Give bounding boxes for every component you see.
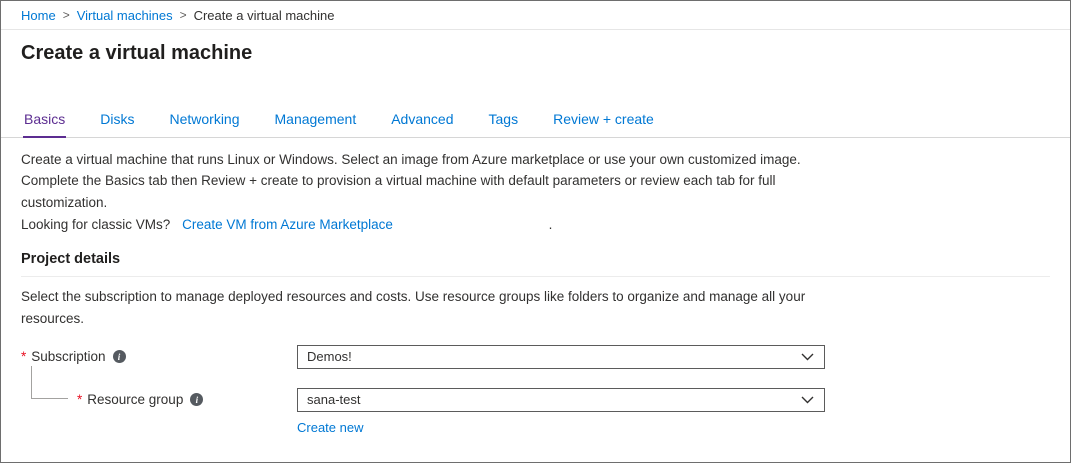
tab-disks[interactable]: Disks (99, 105, 135, 138)
required-marker: * (77, 392, 82, 407)
breadcrumb: Home > Virtual machines > Create a virtu… (1, 1, 1070, 30)
tab-basics[interactable]: Basics (23, 105, 66, 138)
tab-networking[interactable]: Networking (168, 105, 240, 138)
tab-management[interactable]: Management (274, 105, 358, 138)
subscription-label: Subscription (31, 349, 105, 364)
resource-group-dropdown[interactable]: sana-test (297, 388, 825, 412)
required-marker: * (21, 349, 26, 364)
tab-review-create[interactable]: Review + create (552, 105, 655, 138)
chevron-down-icon (801, 353, 814, 361)
intro-text: Create a virtual machine that runs Linux… (1, 138, 1070, 235)
create-new-resource-group-link[interactable]: Create new (297, 420, 363, 435)
page-title: Create a virtual machine (1, 30, 1070, 69)
subscription-value: Demos! (307, 349, 352, 364)
breadcrumb-virtual-machines[interactable]: Virtual machines (77, 8, 173, 23)
classic-vm-suffix: . (549, 217, 553, 232)
subscription-control: Demos! (297, 345, 825, 369)
classic-vm-line: Looking for classic VMs? Create VM from … (21, 214, 1050, 235)
project-details-description: Select the subscription to manage deploy… (21, 286, 833, 329)
info-icon[interactable]: i (113, 350, 126, 363)
breadcrumb-home[interactable]: Home (21, 8, 56, 23)
classic-vm-prefix: Looking for classic VMs? (21, 217, 170, 232)
chevron-down-icon (801, 396, 814, 404)
intro-line-1: Create a virtual machine that runs Linux… (21, 149, 829, 170)
breadcrumb-current: Create a virtual machine (194, 8, 335, 23)
project-details-heading: Project details (21, 251, 1050, 277)
subscription-label-group: * Subscription i (21, 349, 297, 364)
tab-advanced[interactable]: Advanced (390, 105, 454, 138)
resource-group-label-group: * Resource group i (21, 392, 297, 407)
tab-bar: Basics Disks Networking Management Advan… (1, 105, 1070, 138)
create-vm-page: Home > Virtual machines > Create a virtu… (0, 0, 1071, 463)
intro-line-2: Complete the Basics tab then Review + cr… (21, 170, 829, 213)
project-details-form: * Subscription i Demos! * Resource group… (21, 345, 1050, 437)
resource-group-value: sana-test (307, 392, 360, 407)
breadcrumb-separator: > (180, 8, 187, 22)
breadcrumb-separator: > (63, 8, 70, 22)
info-icon[interactable]: i (190, 393, 203, 406)
resource-group-row: * Resource group i sana-test (21, 388, 1050, 412)
resource-group-label: Resource group (87, 392, 183, 407)
resource-group-control: sana-test (297, 388, 825, 412)
tab-tags[interactable]: Tags (488, 105, 520, 138)
subscription-dropdown[interactable]: Demos! (297, 345, 825, 369)
subscription-row: * Subscription i Demos! (21, 345, 1050, 369)
create-vm-marketplace-link[interactable]: Create VM from Azure Marketplace (182, 217, 393, 232)
create-new-row: Create new (21, 419, 1050, 437)
